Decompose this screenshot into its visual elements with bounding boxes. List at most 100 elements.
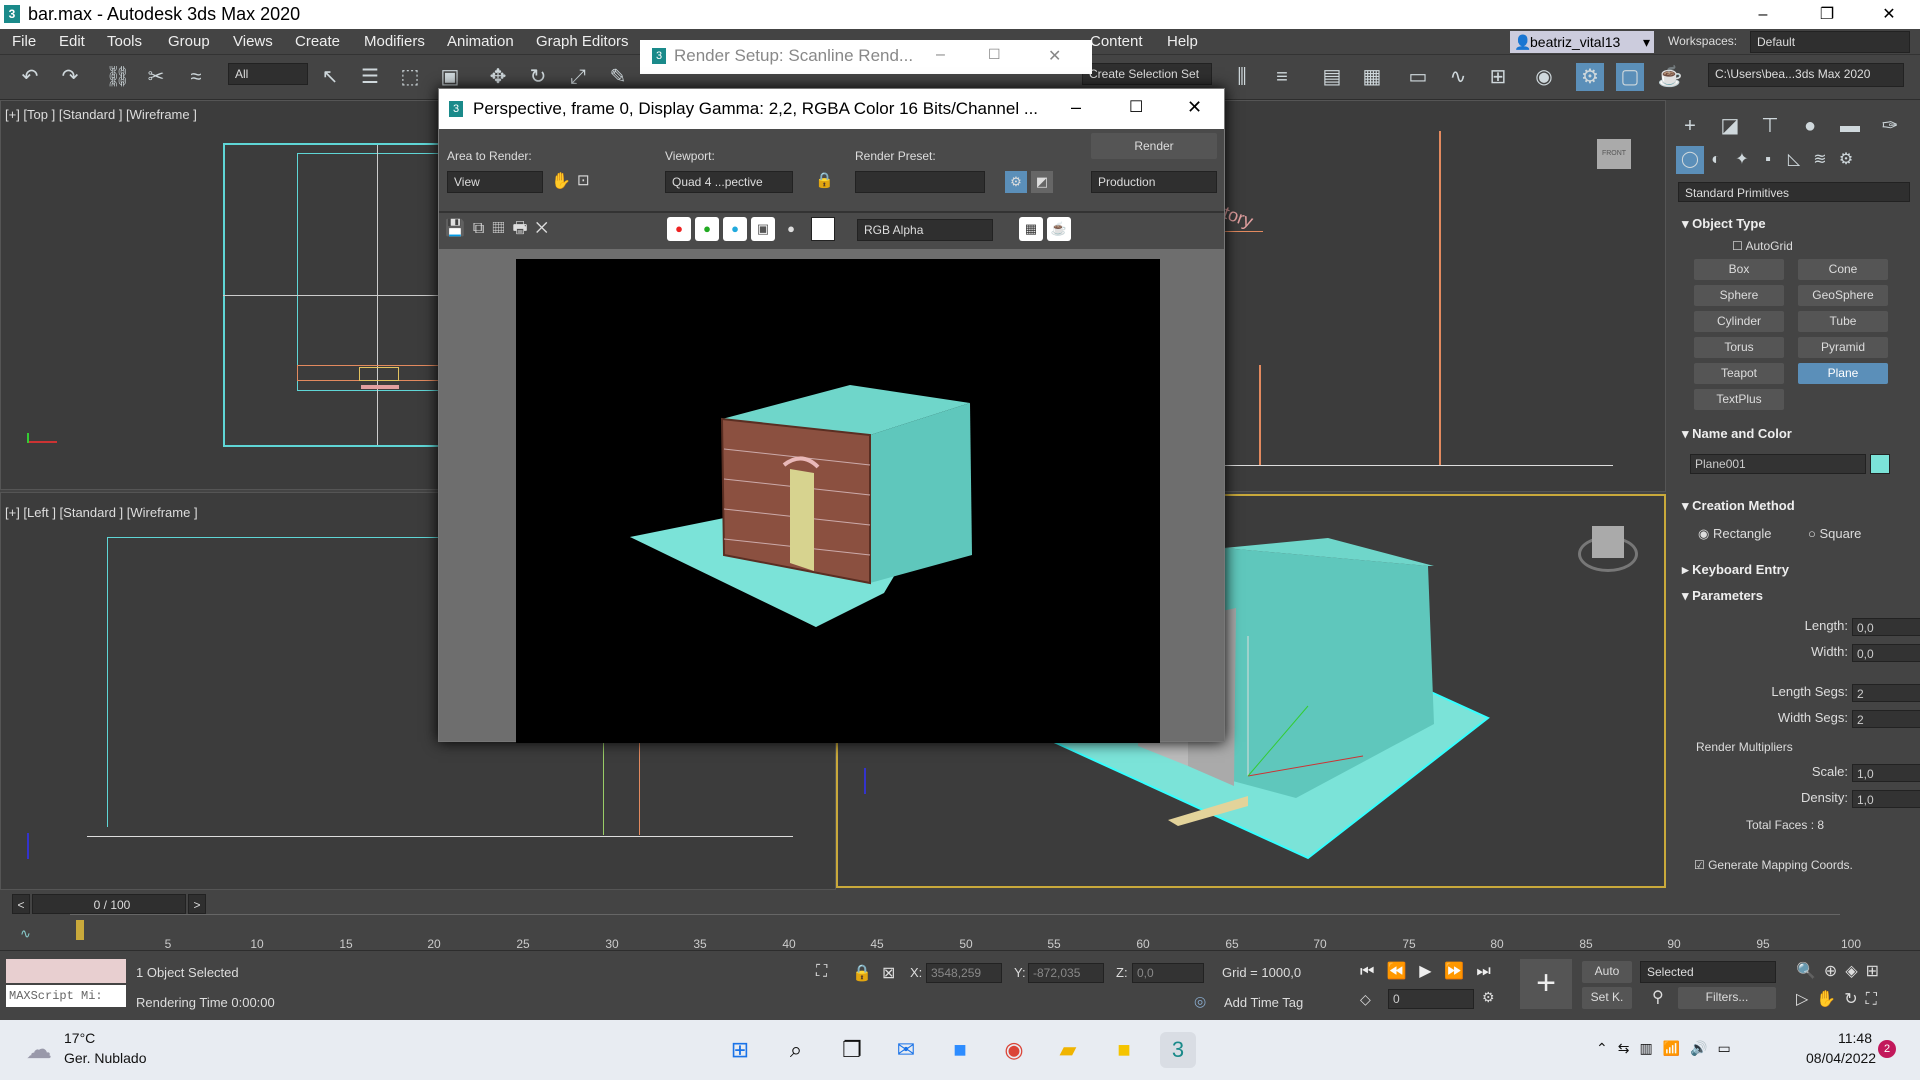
lock-icon[interactable]: 🔒: [852, 963, 872, 983]
absolute-mode-icon[interactable]: ⊠: [882, 963, 895, 983]
viewport-left-label[interactable]: [+] [Left ] [Standard ] [Wireframe ]: [5, 505, 198, 520]
redo-icon[interactable]: ↷: [56, 63, 84, 91]
blue-channel-icon[interactable]: ●: [723, 217, 747, 241]
rectangle-radio[interactable]: ◉ Rectangle: [1698, 526, 1772, 542]
set-key-button[interactable]: Set K.: [1582, 987, 1632, 1009]
x-coordinate[interactable]: 3548,259: [926, 963, 1002, 983]
green-channel-icon[interactable]: ●: [695, 217, 719, 241]
tube-button[interactable]: Tube: [1798, 311, 1888, 332]
density-spinner[interactable]: 1,0: [1852, 790, 1920, 808]
viewport-top[interactable]: [+] [Top ] [Standard ] [Wireframe ]: [0, 100, 441, 490]
viewcube-front[interactable]: FRONT: [1597, 139, 1631, 169]
display-toggle-2-icon[interactable]: ☕: [1047, 217, 1071, 241]
spacewarps-icon[interactable]: ≋: [1806, 146, 1834, 174]
menu-views[interactable]: Views: [233, 33, 273, 50]
width-segs-spinner[interactable]: 2: [1852, 710, 1920, 728]
clock-date[interactable]: 08/04/2022: [1806, 1050, 1876, 1066]
task-view-icon[interactable]: ❐: [834, 1032, 870, 1068]
next-frame-button[interactable]: >: [188, 894, 206, 914]
red-channel-icon[interactable]: ●: [667, 217, 691, 241]
ribbon-icon[interactable]: ▭: [1404, 63, 1432, 91]
mail-icon[interactable]: ✉: [888, 1032, 924, 1068]
category-select[interactable]: Standard Primitives: [1678, 182, 1910, 202]
project-path[interactable]: C:\Users\bea...3ds Max 2020: [1708, 63, 1904, 87]
hierarchy-tab-icon[interactable]: ⊤: [1756, 112, 1784, 140]
layer-manager-icon[interactable]: ▤: [1318, 63, 1346, 91]
render-button[interactable]: Render: [1091, 133, 1217, 159]
clear-color-swatch[interactable]: [811, 217, 835, 241]
frame-window-maximize[interactable]: ☐: [1129, 97, 1143, 117]
render-setup-minimize[interactable]: –: [936, 46, 945, 64]
track-bar[interactable]: [70, 914, 1840, 915]
user-account[interactable]: 👤 beatriz_vital13 ▾: [1510, 31, 1654, 53]
prev-frame-button[interactable]: <: [12, 894, 30, 914]
square-radio[interactable]: ○ Square: [1808, 526, 1861, 541]
notification-badge[interactable]: 2: [1878, 1040, 1896, 1058]
length-spinner[interactable]: 0,0: [1852, 618, 1920, 636]
rendered-frame-window[interactable]: 3 Perspective, frame 0, Display Gamma: 2…: [438, 88, 1225, 743]
render-setup-window[interactable]: 3 Render Setup: Scanline Rend... – ☐ ✕: [640, 40, 1092, 74]
select-object-icon[interactable]: ↖: [316, 63, 344, 91]
scale-spinner[interactable]: 1,0: [1852, 764, 1920, 782]
helpers-icon[interactable]: ◺: [1780, 146, 1808, 174]
align-icon[interactable]: ≡: [1268, 63, 1296, 91]
z-coordinate[interactable]: 0,0: [1132, 963, 1204, 983]
sticky-notes-icon[interactable]: ■: [1106, 1032, 1142, 1068]
auto-key-button[interactable]: Auto: [1582, 961, 1632, 983]
current-frame-field[interactable]: 0: [1388, 989, 1474, 1009]
scene-explorer-icon[interactable]: ▦: [1358, 63, 1386, 91]
pan-icon[interactable]: ✋: [551, 171, 571, 191]
select-by-name-icon[interactable]: ☰: [356, 63, 384, 91]
rollout-creation-method[interactable]: ▾ Creation Method: [1682, 498, 1795, 514]
display-tab-icon[interactable]: ▬: [1836, 112, 1864, 140]
frame-tools[interactable]: 💾⧉▦🖶✕: [445, 217, 556, 244]
render-preset-select[interactable]: [855, 171, 985, 193]
maxscript-listener-top[interactable]: [6, 959, 126, 983]
width-spinner[interactable]: 0,0: [1852, 644, 1920, 662]
create-tab-icon[interactable]: +: [1676, 112, 1704, 140]
menu-help[interactable]: Help: [1167, 33, 1198, 50]
production-select[interactable]: Production: [1091, 171, 1217, 193]
autogrid-checkbox[interactable]: ☐ AutoGrid: [1732, 239, 1793, 253]
rendered-frame-window-icon[interactable]: ▢: [1616, 63, 1644, 91]
start-icon[interactable]: ⊞: [722, 1032, 758, 1068]
render-setup-close[interactable]: ✕: [1048, 46, 1061, 66]
system-tray-icons[interactable]: ⌃⇆▥📶🔊▭: [1596, 1040, 1741, 1057]
curve-editor-icon[interactable]: ∿: [1444, 63, 1472, 91]
box-button[interactable]: Box: [1694, 259, 1784, 280]
auto-region-icon[interactable]: ⊡: [577, 171, 590, 189]
selection-set-select[interactable]: Create Selection Set: [1082, 63, 1212, 85]
rotate-icon[interactable]: ↻: [524, 63, 552, 91]
menu-file[interactable]: File: [12, 33, 36, 50]
rect-selection-icon[interactable]: ⬚: [396, 63, 424, 91]
lock-viewport-icon[interactable]: 🔒: [815, 171, 834, 189]
sphere-button[interactable]: Sphere: [1694, 285, 1784, 306]
pyramid-button[interactable]: Pyramid: [1798, 337, 1888, 358]
menu-tools[interactable]: Tools: [107, 33, 142, 50]
weather-icon[interactable]: ☁: [26, 1034, 52, 1065]
bind-spacewarp-icon[interactable]: ≈: [182, 63, 210, 91]
set-key-icon[interactable]: +: [1520, 959, 1572, 1009]
plane-button[interactable]: Plane: [1798, 363, 1888, 384]
cone-button[interactable]: Cone: [1798, 259, 1888, 280]
scale-icon[interactable]: ⤢: [564, 63, 592, 91]
filters-button[interactable]: Filters...: [1678, 987, 1776, 1009]
display-channel-select[interactable]: RGB Alpha: [857, 219, 993, 241]
lights-icon[interactable]: ✦: [1728, 146, 1756, 174]
minimize-button[interactable]: –: [1740, 0, 1786, 29]
key-tangent-icon[interactable]: ⚲: [1652, 987, 1664, 1007]
viewcube-icon[interactable]: [1592, 526, 1624, 558]
time-slider[interactable]: 0 / 100: [32, 894, 186, 914]
geometry-icon[interactable]: ◯: [1676, 146, 1704, 174]
area-to-render-select[interactable]: View: [447, 171, 543, 193]
menu-animation[interactable]: Animation: [447, 33, 514, 50]
display-toggle-icon[interactable]: ▦: [1019, 217, 1043, 241]
material-editor-icon[interactable]: ◉: [1530, 63, 1558, 91]
time-tag-icon[interactable]: ◎: [1194, 993, 1206, 1010]
monochrome-icon[interactable]: ●: [779, 217, 803, 241]
menu-edit[interactable]: Edit: [59, 33, 85, 50]
frame-window-close[interactable]: ✕: [1187, 97, 1202, 118]
undo-icon[interactable]: ↶: [16, 63, 44, 91]
close-button[interactable]: ✕: [1866, 0, 1912, 29]
workspace-select[interactable]: Default: [1750, 31, 1910, 53]
